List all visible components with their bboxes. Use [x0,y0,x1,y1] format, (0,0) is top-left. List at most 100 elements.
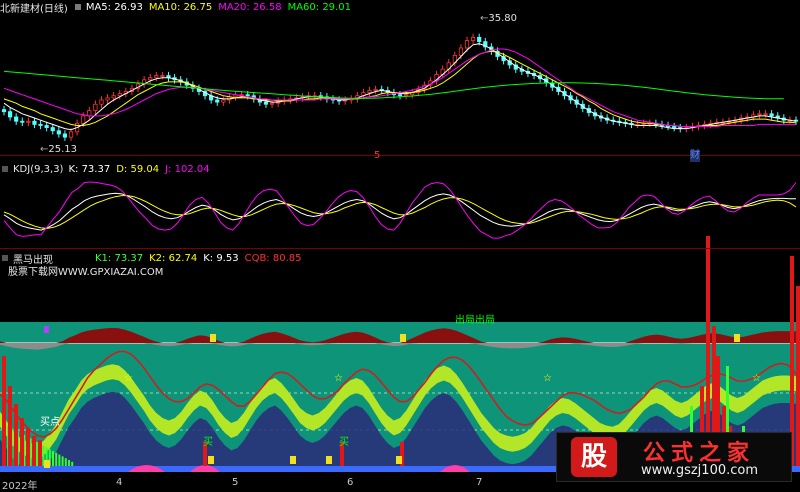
indicator-value: MA60: 29.01 [287,1,351,13]
candle-body [471,36,476,41]
indicator-value: K: 9.53 [203,252,239,264]
histogram-bar [38,440,42,466]
event-marker[interactable]: 财 [690,150,700,162]
histogram-bar [20,418,24,466]
candle-body [38,124,43,126]
candle-body [477,36,482,43]
candle-body [763,113,768,116]
candle-body [111,95,116,99]
annotation: 买 [203,437,213,448]
candle-body [464,40,470,49]
annotation: 买 [339,437,349,448]
kdj-line-k [3,192,797,231]
event-marker[interactable]: 5 [374,150,380,162]
panel-divider [0,248,800,249]
candle-body [26,120,31,123]
x-axis-label: 7 [476,477,483,488]
candle-body [397,94,403,97]
candle-body [44,125,49,128]
indicator-value: K1: 73.37 [95,252,144,264]
ma-line-ma5 [3,43,797,131]
indicator-value: J: 102.04 [165,163,210,175]
histogram-bar [26,428,30,466]
histogram-bar [52,451,54,466]
annotation: 买点 [40,417,60,428]
settings-icon[interactable] [74,4,81,10]
panel-divider [0,155,800,156]
histogram-bar [61,456,64,466]
candle-body [373,88,378,91]
indicator-value: MA20: 26.58 [218,1,282,13]
indicator-value: MA10: 26.75 [148,1,213,13]
low-price-label: ←25.13 [40,144,78,155]
purple-marker [44,326,49,333]
candle-body [14,116,19,122]
candle-body [160,75,165,77]
x-axis-label: 4 [116,477,123,488]
candle-body [154,75,159,79]
candle-body [269,102,275,105]
yellow-marker [208,456,214,464]
histogram-bar [8,386,12,466]
price-panel-header: 北新建材(日线) MA5: 26.93 MA10: 26.75 MA20: 26.5… [0,0,351,15]
watermark-logo: 股 [571,437,617,477]
watermark: 股 公式之家 www.gszj100.com [556,432,792,482]
indicator-value: MA5: 26.93 [85,1,143,13]
yellow-marker [44,460,50,468]
yellow-marker [734,334,740,342]
candle-body [32,120,37,125]
panel-menu-icon[interactable] [2,166,8,172]
kdj-title: KDJ(9,3,3) [13,163,64,175]
indicator-value: D: 59.04 [116,163,160,175]
heima-legend: K1: 73.37 K2: 62.74 K: 9.53 CQB: 80.85 [95,253,301,264]
high-price-label: ←35.80 [480,13,518,24]
candle-body [50,127,55,132]
ma-legend: MA5: 26.93 MA10: 26.75 MA20: 26.58 MA60: 29… [86,2,351,13]
candle-body [93,103,98,111]
candle-body [1,109,7,113]
high-price-value: 35.80 [488,13,518,24]
candle-body [81,115,86,124]
kdj-legend: K: 73.37 D: 59.04 J: 102.04 [68,164,209,175]
yellow-marker [400,334,406,342]
candle-body [221,99,226,103]
candle-body [56,130,61,135]
source-text: 股票下载网WWW.GPXIAZAI.COM [8,267,164,278]
stock-title: 北新建材(日线) [0,3,68,15]
x-axis-label: 5 [232,477,239,488]
kdj-panel-header: KDJ(9,3,3) K: 73.37 D: 59.04 J: 102.04 [0,162,210,176]
ma-line-ma20 [3,48,796,127]
yellow-marker [326,456,332,464]
x-axis-label: 6 [347,477,354,488]
candle-body [117,93,122,97]
watermark-url: www.gszj100.com [641,463,759,478]
annotation: 出局出局 [455,315,495,326]
histogram-bar [58,454,61,466]
candle-body [7,111,13,118]
ma-line-ma10 [3,50,797,127]
panel-menu-icon[interactable] [2,255,8,261]
yellow-marker [290,456,296,464]
annotation: ☆ [752,373,761,384]
candle-body [245,94,250,97]
histogram-bar [68,460,70,466]
histogram-bar [36,442,38,466]
histogram-bar [796,286,800,466]
kdj-line-j [3,181,797,239]
kdj-panel-plot [3,181,797,239]
low-price-value: 25.13 [48,144,78,155]
indicator-value: CQB: 80.85 [244,252,302,264]
candle-body [263,101,269,105]
histogram-bar [32,436,36,466]
candle-body [99,99,104,105]
histogram-bar [14,404,18,466]
candle-body [769,113,774,117]
candle-body [403,94,409,97]
candle-body [68,131,74,138]
candle-body [367,90,372,93]
heima-panel-header: 黑马出现 K1: 73.37 K2: 62.74 K: 9.53 CQB: 80.85 [0,251,301,266]
candle-body [672,126,677,128]
candle-body [148,77,153,81]
histogram-bar [55,452,58,466]
histogram-bar [71,461,74,466]
